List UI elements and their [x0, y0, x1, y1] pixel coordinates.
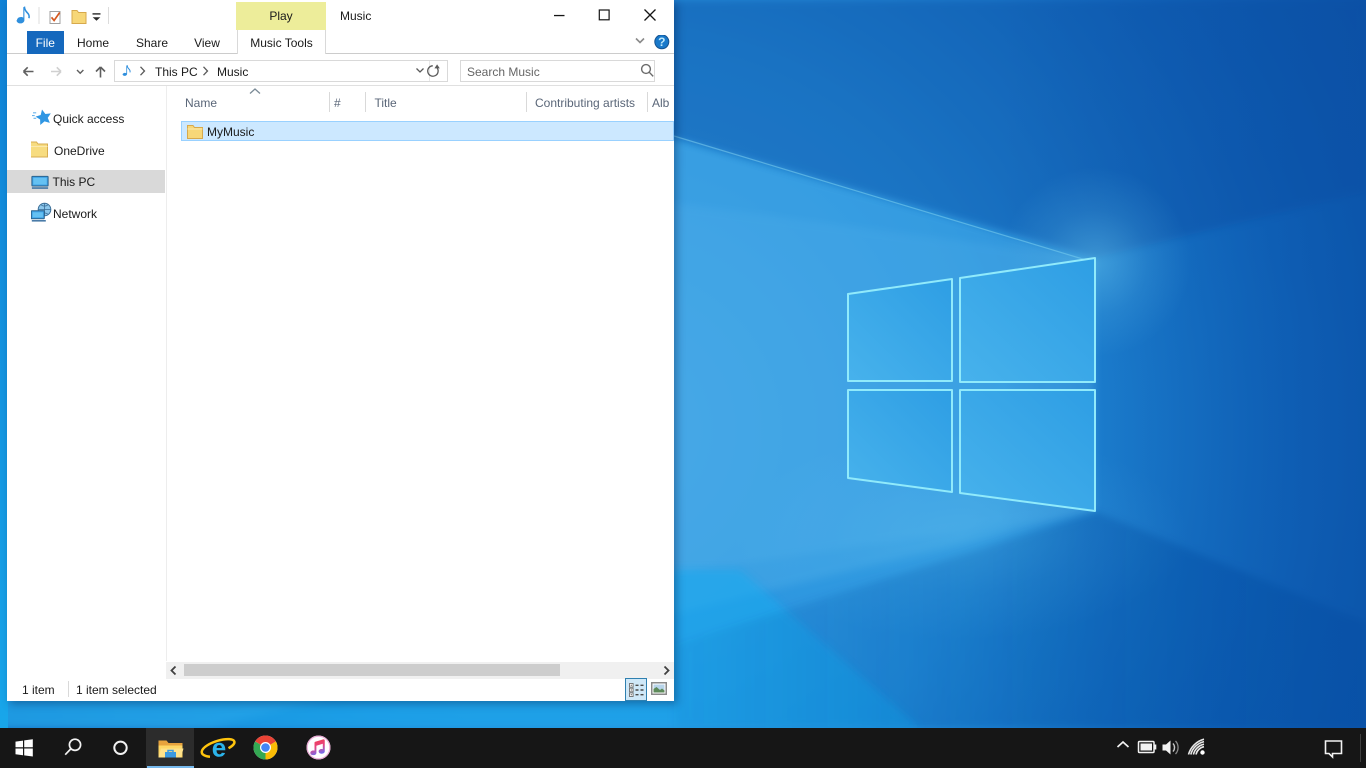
svg-text:?: ?: [658, 35, 665, 49]
svg-text:e: e: [212, 733, 226, 763]
